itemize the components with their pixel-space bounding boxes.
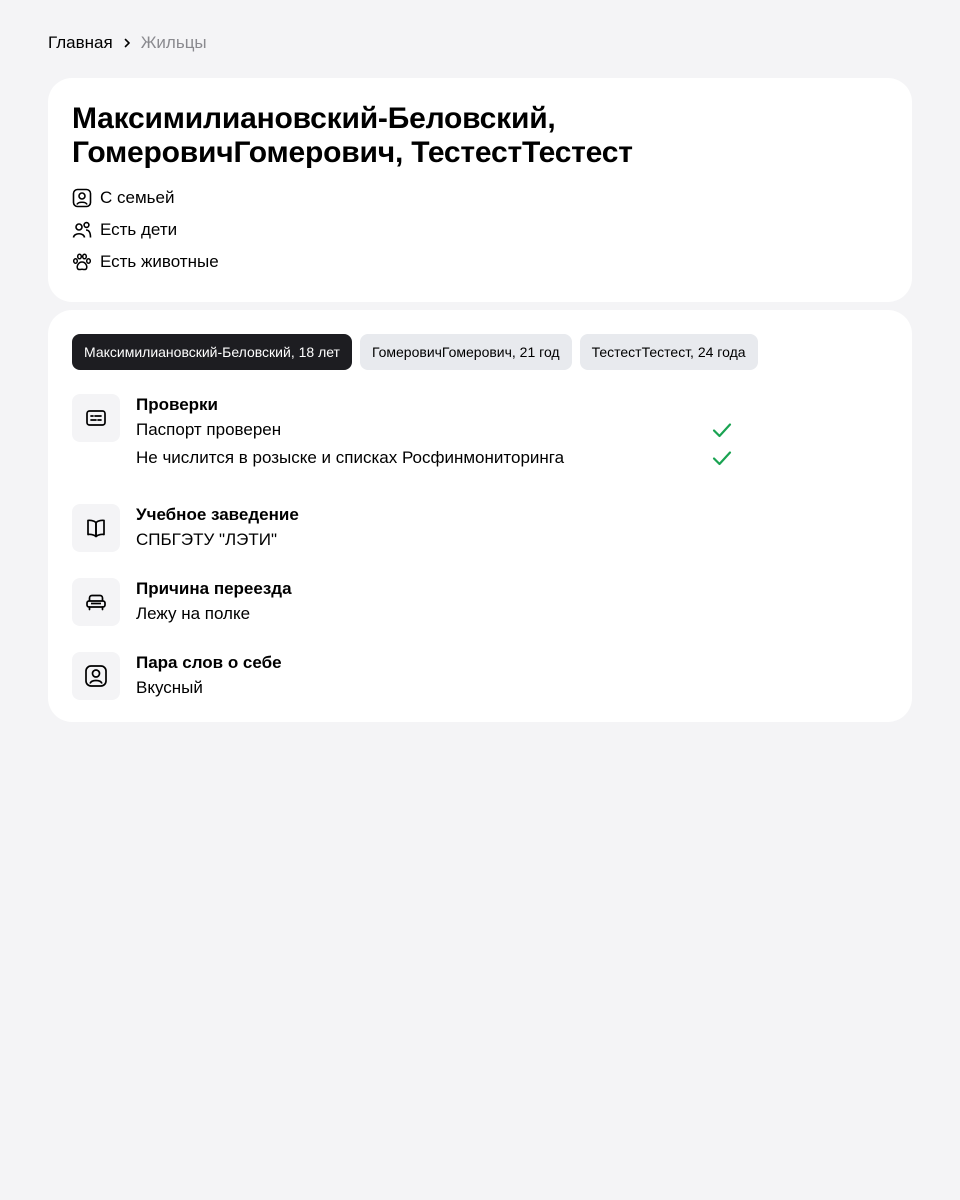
- people-icon: [72, 220, 92, 240]
- about-title: Пара слов о себе: [136, 653, 282, 672]
- checks-section: Проверки Паспорт проверен Не числится в …: [72, 394, 888, 472]
- move-reason-title: Причина переезда: [136, 579, 292, 598]
- user-card-icon: [72, 652, 120, 700]
- feature-pets: Есть животные: [72, 246, 888, 278]
- tab-resident-3[interactable]: ТестестТестест, 24 года: [579, 334, 758, 370]
- resident-details-card: Максимилиановский-Беловский, 18 лет Гоме…: [48, 310, 912, 722]
- checks-body: Проверки Паспорт проверен Не числится в …: [136, 394, 888, 472]
- check-label: Не числится в розыске и списках Росфинмо…: [136, 448, 565, 467]
- document-icon: [72, 394, 120, 442]
- chevron-right-icon: [113, 32, 141, 54]
- check-label: Паспорт проверен: [136, 420, 282, 439]
- education-title: Учебное заведение: [136, 505, 299, 524]
- checkmark-icon: [710, 418, 734, 442]
- tab-resident-1[interactable]: Максимилиановский-Беловский, 18 лет: [72, 334, 352, 370]
- checks-title: Проверки: [136, 395, 219, 414]
- education-value: СПБГЭТУ "ЛЭТИ": [136, 530, 278, 549]
- feature-label: Есть дети: [100, 220, 178, 239]
- feature-label: Есть животные: [100, 252, 219, 271]
- household-features: С семьей Есть дети Есть животные: [72, 182, 888, 278]
- page: Главная Жильцы Максимилиановский-Беловск…: [0, 0, 960, 722]
- check-item: Паспорт проверен: [136, 416, 888, 444]
- feature-family: С семьей: [72, 182, 888, 214]
- user-card-icon: [72, 188, 92, 208]
- move-reason-section: Причина переезда Лежу на полке: [72, 578, 888, 628]
- breadcrumb-home-link[interactable]: Главная: [48, 33, 113, 53]
- about-body: Пара слов о себе Вкусный: [136, 652, 888, 702]
- education-body: Учебное заведение СПБГЭТУ "ЛЭТИ": [136, 504, 888, 554]
- feature-children: Есть дети: [72, 214, 888, 246]
- checkmark-icon: [710, 446, 734, 470]
- resident-tabs: Максимилиановский-Беловский, 18 лет Гоме…: [72, 334, 888, 370]
- breadcrumb: Главная Жильцы: [48, 32, 912, 54]
- about-value: Вкусный: [136, 678, 203, 697]
- breadcrumb-current: Жильцы: [140, 33, 207, 52]
- about-section: Пара слов о себе Вкусный: [72, 652, 888, 702]
- move-reason-value: Лежу на полке: [136, 604, 251, 623]
- check-item: Не числится в розыске и списках Росфинмо…: [136, 444, 888, 472]
- move-reason-body: Причина переезда Лежу на полке: [136, 578, 888, 628]
- page-title: Максимилиановский-Беловский, ГомеровичГо…: [72, 102, 633, 169]
- book-icon: [72, 504, 120, 552]
- sofa-icon: [72, 578, 120, 626]
- checks-list: Паспорт проверен Не числится в розыске и…: [136, 416, 888, 472]
- paw-icon: [72, 252, 92, 272]
- tab-resident-2[interactable]: ГомеровичГомерович, 21 год: [359, 334, 572, 370]
- feature-label: С семьей: [100, 188, 175, 207]
- residents-header-card: Максимилиановский-Беловский, ГомеровичГо…: [48, 78, 912, 302]
- education-section: Учебное заведение СПБГЭТУ "ЛЭТИ": [72, 504, 888, 554]
